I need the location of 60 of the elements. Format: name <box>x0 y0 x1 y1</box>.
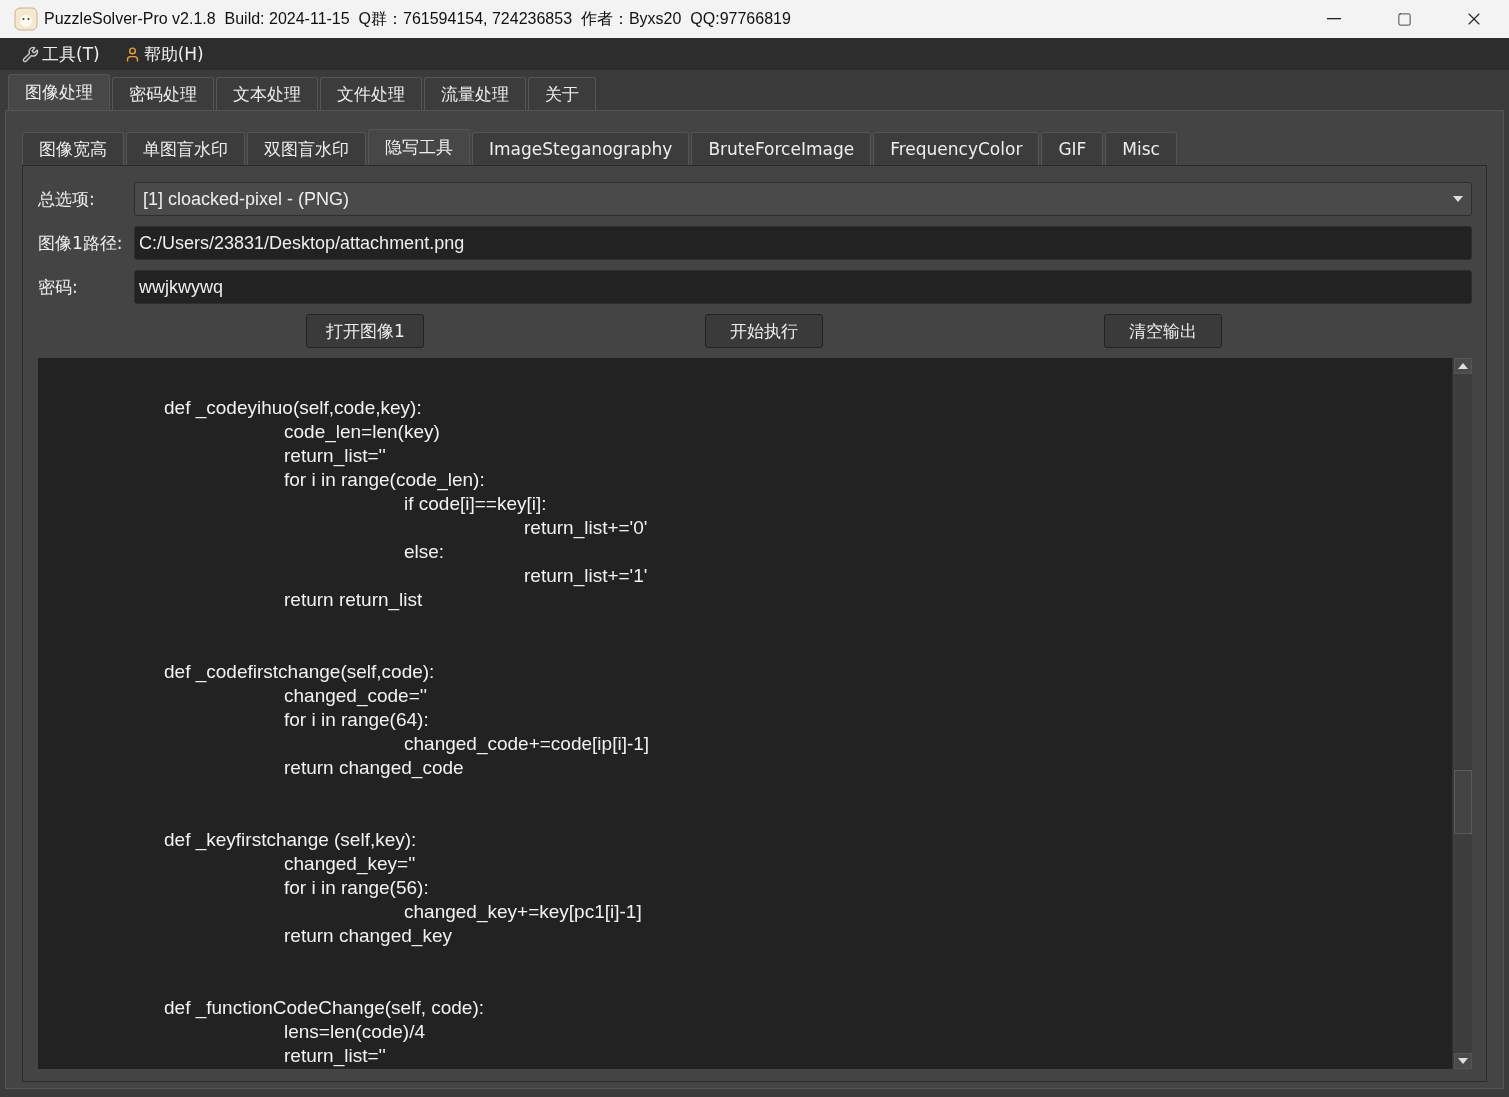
dropdown[interactable]: [1] cloacked-pixel - (PNG) <box>134 182 1472 216</box>
field-label: 总选项: <box>38 187 96 211</box>
tab[interactable]: FrequencyColor <box>873 132 1040 165</box>
code-line: changed_code='' <box>284 684 429 708</box>
action-button[interactable]: 开始执行 <box>705 314 823 348</box>
scroll-thumb[interactable] <box>1453 770 1472 834</box>
menu-item[interactable]: 工具(T) <box>20 42 102 66</box>
action-button[interactable]: 打开图像1 <box>306 314 425 348</box>
code-line: else: <box>404 540 446 564</box>
field-label: 图像1路径: <box>38 231 124 255</box>
code-line: for i in range(64): <box>284 708 430 732</box>
action-button[interactable]: 清空输出 <box>1103 314 1222 348</box>
code-line: return_list+='1' <box>524 564 649 588</box>
tab[interactable]: 文本处理 <box>216 77 318 110</box>
code-line: changed_key='' <box>284 852 417 876</box>
code-line: changed_code+=code[ip[i]-1] <box>404 732 651 756</box>
code-line: def _functionCodeChange(self, code): <box>164 996 486 1020</box>
code-line: return changed_key <box>284 924 453 948</box>
input-field[interactable]: C:/Users/23831/Desktop/attachment.png <box>134 226 1472 260</box>
code-line: changed_key+=key[pc1[i]-1] <box>404 900 643 924</box>
tab[interactable]: 关于 <box>528 77 596 110</box>
code-line: return_list+='0' <box>524 516 649 540</box>
tab[interactable]: ImageSteganography <box>472 132 690 165</box>
code-line: return return_list <box>284 588 424 612</box>
tab[interactable]: BruteForceImage <box>691 132 872 165</box>
tab[interactable]: GIF <box>1041 132 1104 165</box>
tab[interactable]: 隐写工具 <box>368 129 470 165</box>
code-line: code_len=len(key) <box>284 420 441 444</box>
tab[interactable]: 密码处理 <box>112 77 214 110</box>
tab[interactable]: 图像宽高 <box>22 132 124 165</box>
tab[interactable]: 流量处理 <box>424 77 526 110</box>
tab[interactable]: Misc <box>1105 132 1177 165</box>
code-line: return changed_code <box>284 756 465 780</box>
code-line: if code[i]==key[i]: <box>404 492 548 516</box>
scrollbar[interactable] <box>1452 358 1472 1069</box>
tab[interactable]: 双图盲水印 <box>247 132 366 165</box>
menu-item[interactable]: 帮助(H) <box>121 42 206 66</box>
tab[interactable]: 单图盲水印 <box>126 132 245 165</box>
tab[interactable]: 图像处理 <box>8 74 110 110</box>
scroll-down-button[interactable] <box>1453 1053 1472 1069</box>
field-label: 密码: <box>38 275 79 299</box>
dropdown-arrow-icon <box>1453 196 1463 202</box>
wrench-icon <box>22 45 39 63</box>
code-line: def _keyfirstchange (self,key): <box>164 828 418 852</box>
code-line: return_list='' <box>284 1044 387 1068</box>
window-title: PuzzleSolver-Pro v2.1.8 Build: 2024-11-15 Q群：761594154, 724236853 作者：Byxs20 QQ:97766819 <box>44 8 792 29</box>
code-line: def _codeyihuo(self,code,key): <box>164 396 423 420</box>
input-field[interactable]: wwjkwywq <box>134 270 1472 304</box>
code-line: def _codefirstchange(self,code): <box>164 660 436 684</box>
code-line: return_list='' <box>284 444 387 468</box>
up-triangle-icon <box>1457 363 1468 369</box>
code-line: for i in range(56): <box>284 876 430 900</box>
scroll-up-button[interactable] <box>1453 358 1472 374</box>
app-icon <box>14 7 38 31</box>
code-line: lens=len(code)/4 <box>284 1020 426 1044</box>
maximize-icon <box>1396 11 1412 27</box>
tab[interactable]: 文件处理 <box>320 77 422 110</box>
code-line: for i in range(code_len): <box>284 468 486 492</box>
minimize-icon <box>1327 18 1341 20</box>
down-triangle-icon <box>1457 1058 1468 1064</box>
